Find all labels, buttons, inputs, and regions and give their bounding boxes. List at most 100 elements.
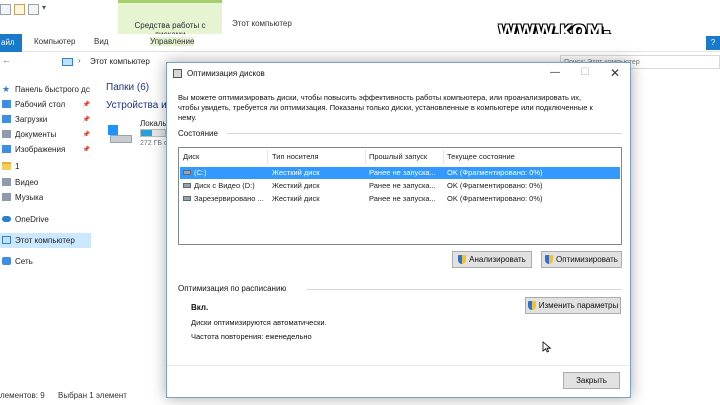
current-status-cell-text: OK (Фрагментировано: 0%) (447, 168, 543, 177)
navigation-pane: ★ Панель быстрого дс Рабочий стол 📌 Загрузки… (0, 78, 100, 378)
last-run-cell-text: Ранее не запуска... (369, 181, 436, 190)
status-item-count: лементов: 9 (0, 391, 45, 400)
footer-divider (167, 365, 630, 366)
change-settings-button[interactable]: Изменить параметры (525, 297, 621, 314)
minimize-button[interactable]: — (540, 65, 570, 81)
ribbon-tabs: айл Компьютер Вид Управление (0, 34, 720, 52)
pin-icon[interactable]: 📌 (83, 146, 90, 153)
sidebar-item[interactable]: Видео (2, 175, 98, 189)
sidebar-item[interactable]: Сеть (2, 254, 98, 268)
sidebar-item[interactable]: Документы 📌 (2, 127, 98, 141)
current-status-cell-text: OK (Фрагментировано: 0%) (447, 194, 543, 203)
disk-name-cell: Диск с Видео (D:) (183, 181, 267, 190)
sidebar-item-label: Этот компьютер (15, 235, 75, 245)
tab-view[interactable]: Вид (94, 37, 108, 46)
quick-access-folder-icon[interactable] (28, 4, 39, 15)
uac-shield-icon (458, 255, 467, 264)
sidebar-item[interactable]: Рабочий стол 📌 (2, 97, 98, 111)
column-separator[interactable] (267, 150, 268, 164)
optimize-button-label: Оптимизировать (556, 255, 618, 264)
documents-icon (2, 130, 11, 138)
close-button[interactable]: Закрыть (563, 372, 620, 389)
desktop-icon (2, 100, 11, 108)
drive-icon[interactable] (108, 125, 132, 145)
sidebar-item[interactable]: 1 (2, 159, 98, 173)
breadcrumb-chevron[interactable]: › (78, 56, 81, 65)
help-icon[interactable]: ? (706, 36, 720, 50)
pictures-icon (2, 145, 11, 153)
computer-icon (62, 58, 73, 66)
disk-list[interactable]: Диск Тип носителя Прошлый запуск Текущее… (178, 147, 622, 245)
disk-row[interactable]: (C:) Жесткий диск Ранее не запуска... OK (Ф… (180, 167, 620, 179)
analyze-button[interactable]: Анализировать (452, 251, 532, 268)
tab-manage[interactable]: Управление (150, 37, 195, 46)
column-header-media-type[interactable]: Тип носителя (272, 152, 319, 161)
last-run-cell-text: Ранее не запуска... (369, 168, 436, 177)
mouse-cursor-icon (542, 341, 552, 353)
sidebar-item-label: Изображения (15, 144, 66, 154)
pin-icon[interactable]: 📌 (83, 116, 90, 123)
quick-access-properties-icon[interactable] (0, 4, 11, 15)
optimize-button[interactable]: Оптимизировать (541, 251, 622, 268)
group-header-devices[interactable]: Устройства и (106, 100, 167, 111)
quick-access-chevron-down-icon[interactable]: ▾ (42, 3, 46, 12)
disk-name-cell-text: (C:) (194, 168, 207, 177)
last-run-cell: Ранее не запуска... (369, 168, 443, 177)
close-window-button[interactable]: ✕ (600, 65, 630, 81)
group-header-folders[interactable]: Папки (6) (106, 82, 149, 93)
drive-usage-bar (140, 129, 166, 137)
pin-icon[interactable]: 📌 (83, 131, 90, 138)
breadcrumb-path[interactable]: Этот компьютер (90, 57, 150, 66)
downloads-icon (2, 115, 11, 123)
optimize-drives-dialog: Оптимизация дисков — ☐ ✕ Вы можете оптим… (166, 62, 631, 398)
column-header-disk[interactable]: Диск (183, 152, 199, 161)
maximize-button[interactable]: ☐ (570, 65, 600, 81)
drive-name[interactable]: Локалы (140, 119, 168, 128)
sidebar-item-label: Рабочий стол (15, 99, 66, 109)
tab-computer[interactable]: Компьютер (34, 37, 75, 46)
computer-icon (2, 236, 11, 244)
close-button-label: Закрыть (576, 376, 607, 385)
column-separator[interactable] (443, 150, 444, 164)
disk-row[interactable]: Зарезервировано ... Жесткий диск Ранее не … (180, 193, 620, 205)
back-arrow-icon[interactable]: ← (2, 55, 11, 65)
disk-name-cell: Зарезервировано ... (183, 194, 267, 203)
sidebar-item[interactable]: Музыка (2, 190, 98, 204)
music-icon (2, 193, 11, 201)
windows-logo-icon (108, 125, 118, 135)
disk-name-cell: (C:) (183, 168, 267, 177)
column-separator[interactable] (365, 150, 366, 164)
status-section-label: Состояние (178, 129, 218, 138)
quick-access-new-folder-icon[interactable] (14, 4, 25, 15)
sidebar-item[interactable]: OneDrive (2, 212, 98, 226)
schedule-state: Вкл. (191, 303, 209, 312)
pin-icon[interactable]: 📌 (83, 101, 90, 108)
sidebar-item[interactable]: Этот компьютер (2, 233, 98, 247)
sidebar-item-label: Видео (15, 177, 39, 187)
current-status-cell: OK (Фрагментировано: 0%) (447, 181, 617, 190)
onedrive-icon (2, 216, 11, 222)
hard-drive-icon (183, 170, 191, 175)
last-run-cell-text: Ранее не запуска... (369, 194, 436, 203)
status-selected-count: Выбран 1 элемент (58, 391, 127, 400)
explorer-titlebar: ▾ Средства работы с дисками Этот компьют… (0, 0, 720, 62)
sidebar-item[interactable]: Загрузки 📌 (2, 112, 98, 126)
change-settings-button-label: Изменить параметры (538, 301, 619, 310)
sidebar-item-label: Музыка (15, 192, 44, 202)
sidebar-item[interactable]: ★ Панель быстрого дс (2, 82, 98, 96)
dialog-title: Оптимизация дисков (187, 69, 265, 78)
disk-row[interactable]: Диск с Видео (D:) Жесткий диск Ранее не за… (180, 180, 620, 192)
hard-drive-icon (183, 196, 191, 201)
media-type-cell-text: Жесткий диск (272, 181, 320, 190)
sidebar-item[interactable]: Изображения 📌 (2, 142, 98, 156)
media-type-cell: Жесткий диск (272, 194, 362, 203)
tab-file[interactable]: айл (0, 34, 22, 52)
column-header-last-run[interactable]: Прошлый запуск (369, 152, 427, 161)
column-header-current-status[interactable]: Текущее состояние (447, 152, 515, 161)
drive-free-space: 272 ГБ с (140, 140, 168, 147)
section-divider (307, 289, 622, 290)
dialog-titlebar[interactable]: Оптимизация дисков — ☐ ✕ (167, 63, 630, 85)
section-divider (227, 133, 622, 134)
last-run-cell: Ранее не запуска... (369, 194, 443, 203)
media-type-cell-text: Жесткий диск (272, 168, 320, 177)
